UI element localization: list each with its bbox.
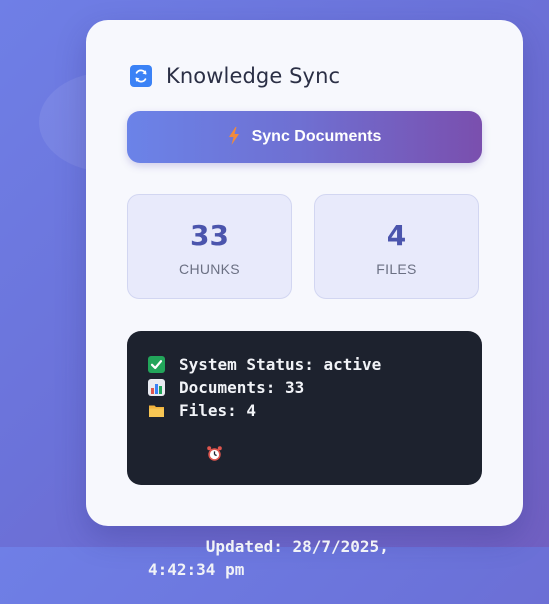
console-line-status: System Status: active <box>148 353 462 376</box>
files-count: 4 <box>386 219 407 252</box>
knowledge-sync-card: Knowledge Sync Sync Documents 33 CHUNKS … <box>86 20 523 579</box>
check-icon <box>148 356 165 373</box>
folder-icon <box>148 402 165 419</box>
files-stat-card: 4 FILES <box>314 194 479 299</box>
lightning-icon <box>228 126 240 148</box>
page-title: Knowledge Sync <box>166 64 341 88</box>
chunks-stat-card: 33 CHUNKS <box>127 194 292 299</box>
console-updated-text: Updated: 28/7/2025, 4:42:34 pm <box>148 537 399 579</box>
sync-documents-button[interactable]: Sync Documents <box>127 111 482 163</box>
files-label: FILES <box>376 261 417 277</box>
card-header: Knowledge Sync <box>130 64 340 88</box>
chunks-label: CHUNKS <box>179 261 240 277</box>
sync-documents-label: Sync Documents <box>251 128 382 145</box>
console-status-text: System Status: active <box>179 355 382 374</box>
chunks-count: 33 <box>190 219 229 252</box>
bar-chart-icon <box>148 379 165 396</box>
alarm-clock-icon <box>206 445 223 462</box>
status-console: System Status: active Documents: 33 File… <box>127 331 482 579</box>
refresh-icon <box>130 65 152 87</box>
